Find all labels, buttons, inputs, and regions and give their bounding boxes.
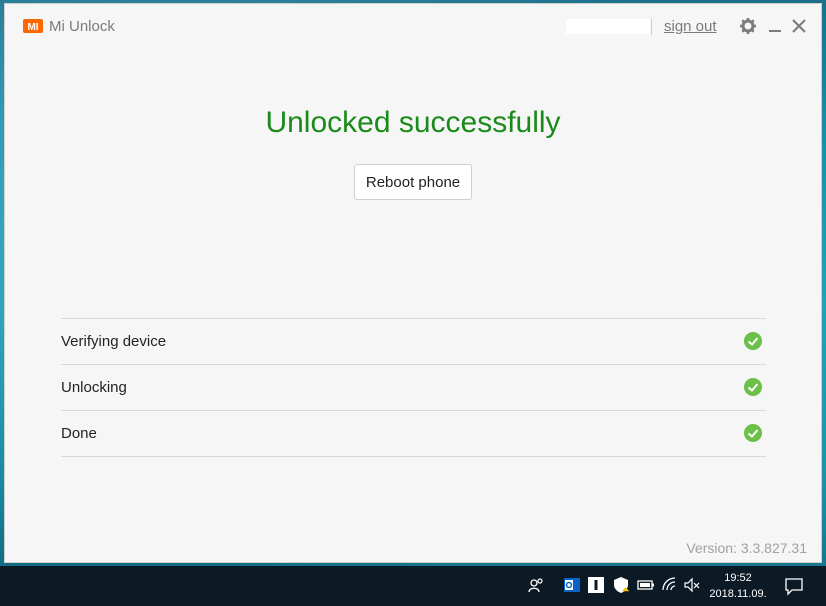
app-title: Mi Unlock (49, 18, 115, 35)
version-label: Version: 3.3.827.31 (686, 540, 807, 556)
mute-icon[interactable] (683, 576, 701, 594)
step-verifying-device: Verifying device (61, 319, 766, 365)
mi-logo-icon: MI (23, 19, 43, 33)
clock[interactable]: 19:52 2018.11.09. (700, 570, 776, 602)
status-headline: Unlocked successfully (265, 106, 561, 139)
taskbar: 19:52 2018.11.09. (0, 566, 826, 606)
check-circle-icon (744, 378, 762, 396)
close-icon[interactable] (790, 17, 808, 35)
clock-time: 19:52 (724, 572, 752, 584)
title-divider (651, 18, 652, 35)
wifi-icon[interactable] (661, 576, 679, 594)
gear-icon[interactable] (739, 17, 757, 35)
clock-date: 2018.11.09. (709, 588, 767, 600)
progress-steps: Verifying device Unlocking Done (61, 318, 766, 457)
notification-icon[interactable] (784, 576, 804, 596)
title-bar: MI Mi Unlock sign out (5, 4, 821, 50)
check-circle-icon (744, 424, 762, 442)
people-icon[interactable] (527, 576, 545, 594)
step-label: Done (61, 425, 97, 442)
minimize-icon[interactable] (766, 17, 784, 35)
battery-icon[interactable] (637, 576, 655, 594)
svg-text:MI: MI (27, 22, 38, 33)
outlook-icon[interactable] (563, 576, 581, 594)
sign-out-link[interactable]: sign out (664, 18, 717, 35)
step-unlocking: Unlocking (61, 365, 766, 411)
app-window: MI Mi Unlock sign out Unlocked successfu… (4, 3, 822, 563)
step-label: Verifying device (61, 333, 167, 350)
step-done: Done (61, 411, 766, 457)
check-circle-icon (744, 332, 762, 350)
calendar-icon[interactable] (587, 576, 605, 594)
shield-icon[interactable] (612, 576, 630, 594)
step-label: Unlocking (61, 379, 127, 396)
account-name (566, 19, 650, 34)
reboot-phone-button[interactable]: Reboot phone (354, 164, 472, 200)
